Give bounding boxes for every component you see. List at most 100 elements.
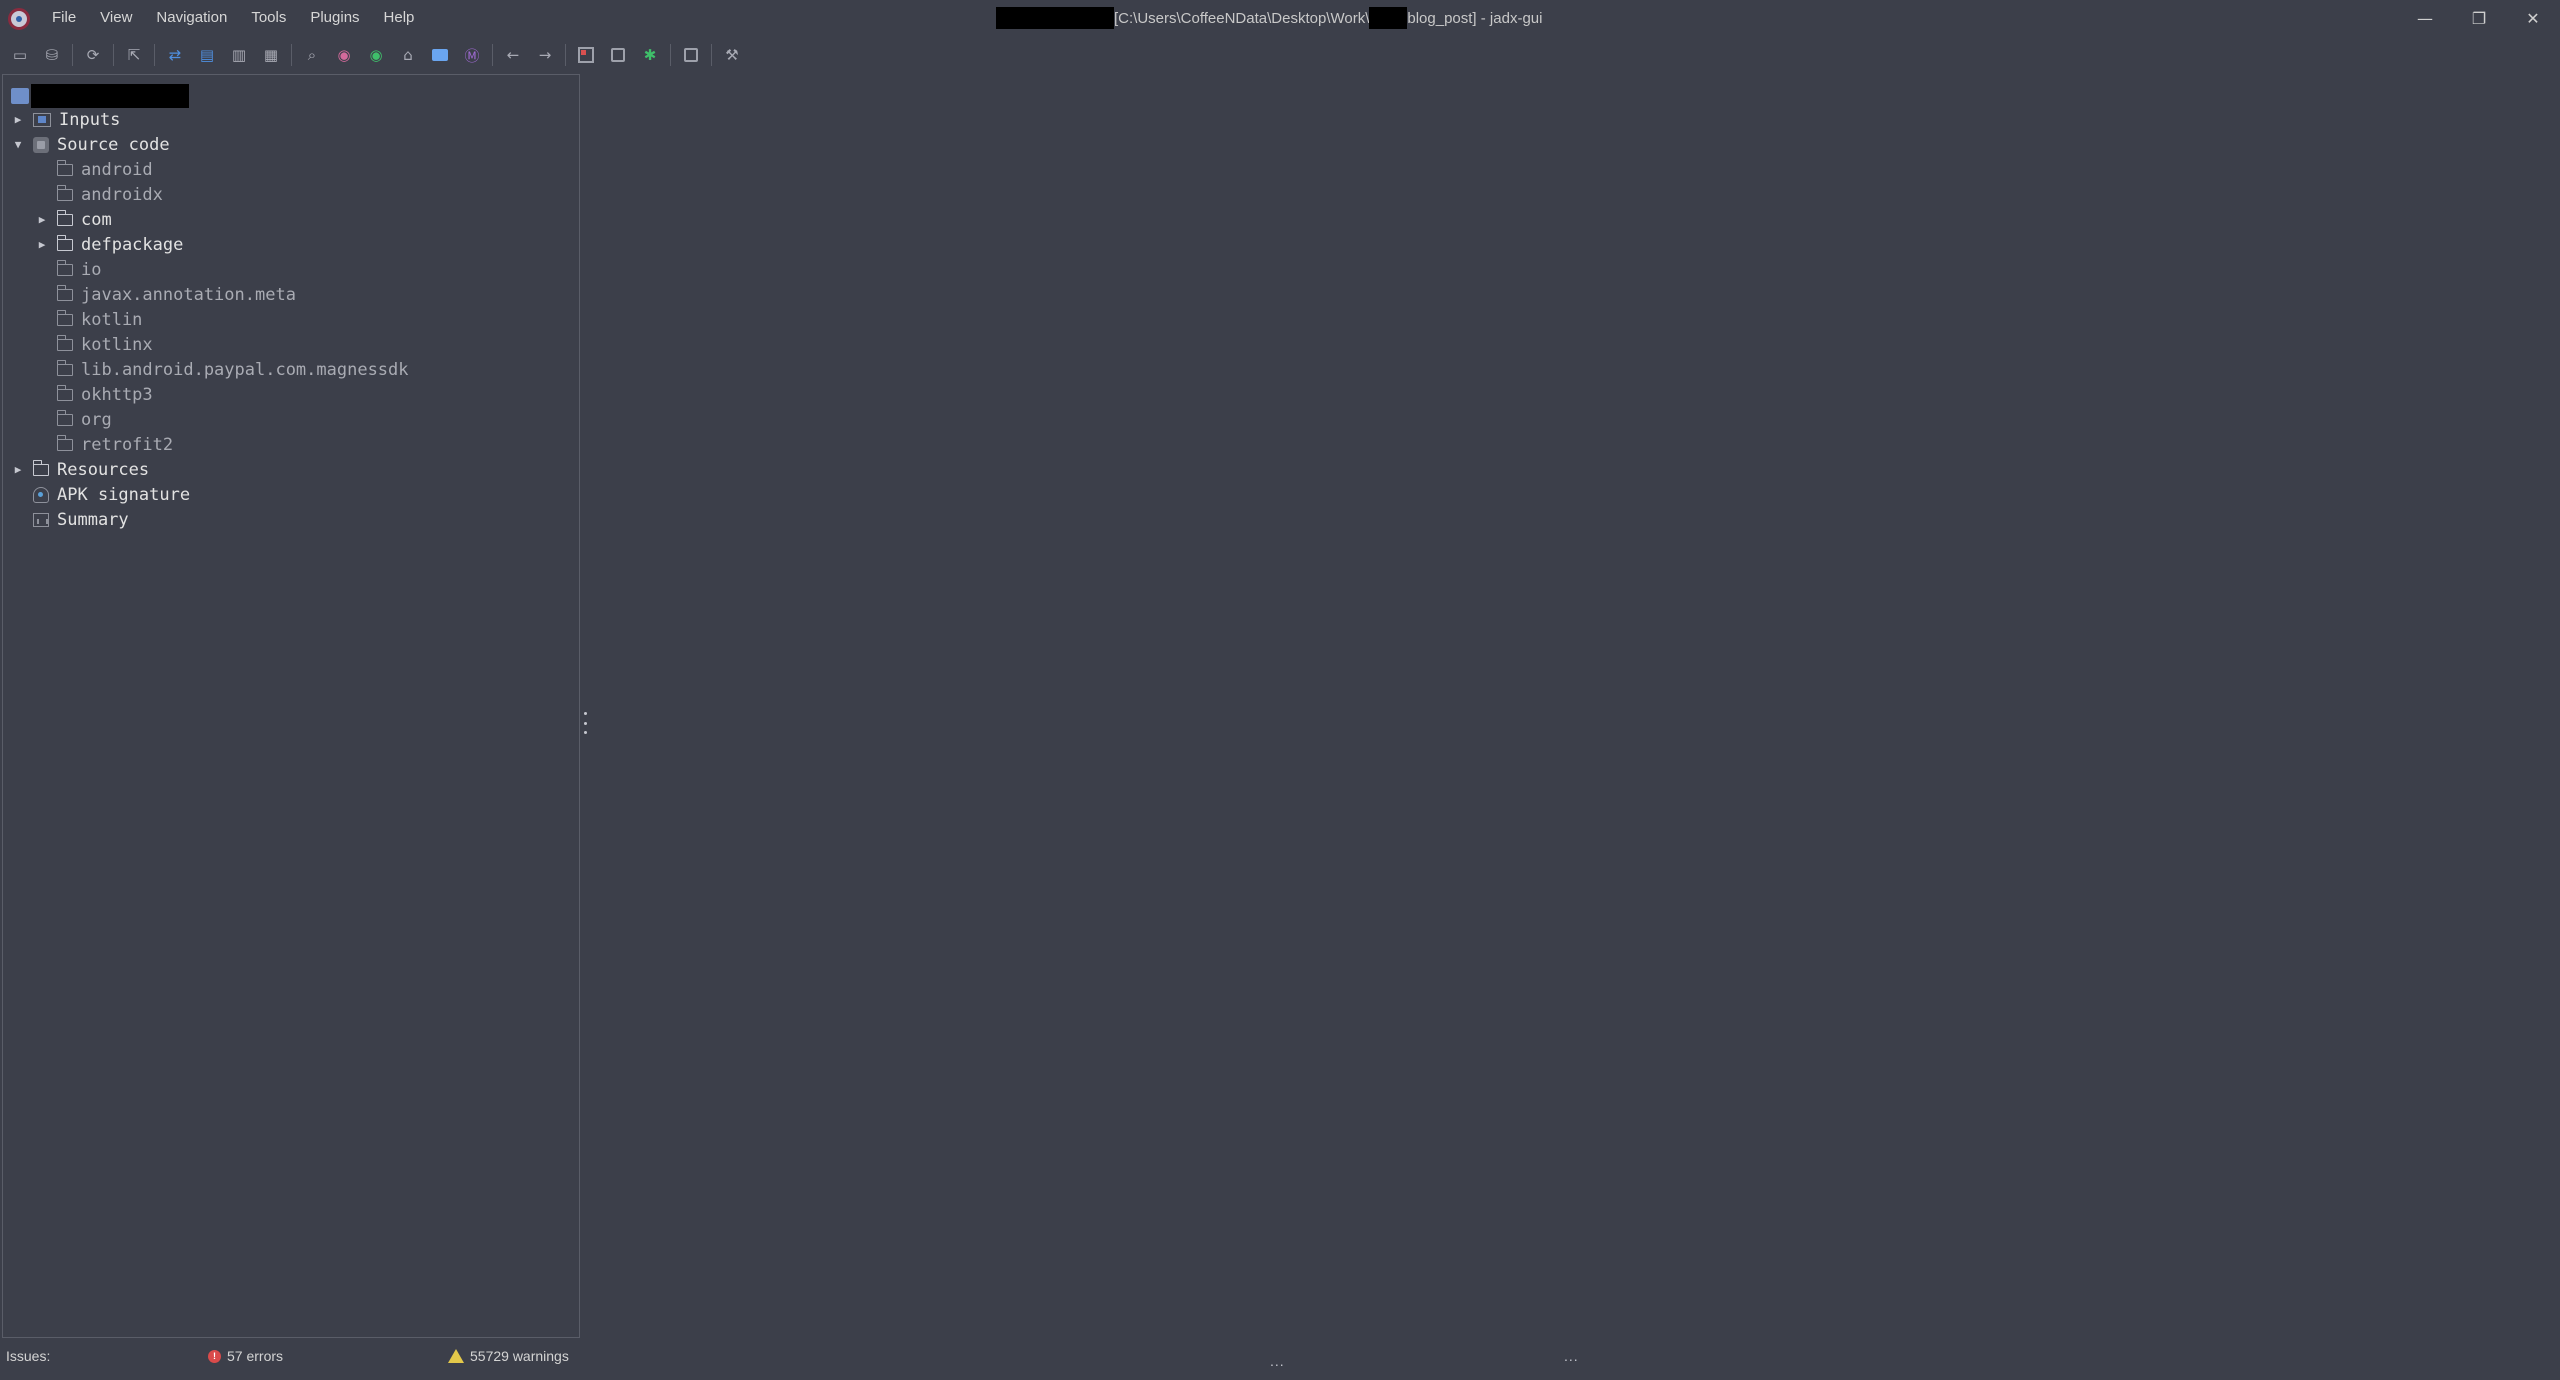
window-title-path: [C:\Users\CoffeeNData\Desktop\Work\ [1114,9,1370,27]
panel-resize-handle[interactable]: ... [1270,1353,1285,1369]
menu-navigation[interactable]: Navigation [144,0,239,36]
tree-item-source-code[interactable]: ▼ Source code [11,132,170,157]
tree-item-label: kotlin [81,309,143,330]
log-viewer-icon[interactable] [428,43,452,67]
decompile-all-icon[interactable] [606,43,630,67]
expand-arrow-icon[interactable]: ▶ [35,213,49,227]
tree-item-label: APK signature [57,484,191,505]
errors-indicator[interactable]: ! 57 errors [208,1348,283,1364]
tree-item-androidx[interactable]: androidx [56,182,163,207]
redacted-block [996,7,1114,29]
tree-item-label: defpackage [81,234,184,255]
code-area-icon[interactable]: ▦ [259,43,283,67]
minimize-button[interactable]: — [2398,0,2452,36]
back-arrow-icon[interactable]: ← [501,43,525,67]
tree-item-javax-annotation-meta[interactable]: javax.annotation.meta [56,282,296,307]
tree-item-inputs[interactable]: ▶ Inputs [11,107,121,132]
hide-sidebar-icon[interactable]: ▥ [227,43,251,67]
preferences-icon[interactable]: ⚒ [720,43,744,67]
menu-help[interactable]: Help [372,0,427,36]
close-button[interactable]: ✕ [2506,0,2560,36]
tree-item-label: Inputs [59,109,121,130]
restore-button[interactable]: ❐ [2452,0,2506,36]
forward-arrow-icon[interactable]: → [533,43,557,67]
project-icon [11,87,29,104]
editor-area [590,74,2550,1338]
reload-icon[interactable]: ⟳ [81,43,105,67]
toolbar-separator [154,44,155,66]
window-title-suffix: blog_post] - jadx-gui [1407,9,1543,27]
go-home-icon[interactable]: ⌂ [396,43,420,67]
deobfuscation-icon[interactable] [574,43,598,67]
tree-item-label: io [81,259,102,280]
tree-item-label: org [81,409,112,430]
find-class-icon[interactable]: ◉ [332,43,356,67]
export-icon[interactable]: ⇱ [122,43,146,67]
tree-item-label: lib.android.paypal.com.magnessdk [81,359,409,380]
expand-arrow-icon[interactable]: ▶ [11,113,25,127]
expand-arrow-icon[interactable]: ▶ [35,238,49,252]
open-file-icon[interactable]: ▭ [8,43,32,67]
issues-label: Issues: [6,1348,51,1364]
menu-view[interactable]: View [88,0,144,36]
debugger-icon[interactable]: ✱ [638,43,662,67]
certificate-icon [33,486,49,503]
warnings-indicator[interactable]: 55729 warnings [448,1348,569,1364]
tree-item-label: retrofit2 [81,434,174,455]
tree-item-org[interactable]: org [56,407,112,432]
inputs-icon [33,112,51,127]
summary-icon [33,512,49,527]
flatten-packages-icon[interactable]: ▤ [195,43,219,67]
toolbar-separator [565,44,566,66]
folder-icon [56,309,73,326]
tree-item-label: Summary [57,509,129,530]
warnings-count: 55729 warnings [470,1348,569,1364]
smali-icon[interactable]: Ⓜ [460,43,484,67]
redacted-project-name [31,83,189,108]
tree-item-com[interactable]: ▶ com [35,207,112,232]
toolbar-separator [113,44,114,66]
folder-icon [56,434,73,451]
window-controls: — ❐ ✕ [2398,0,2560,36]
project-tree[interactable]: ▶ Inputs ▼ Source code android androidx … [2,74,580,1338]
tree-item-summary[interactable]: Summary [33,507,129,532]
tree-item-magnessdk[interactable]: lib.android.paypal.com.magnessdk [56,357,409,382]
quark-icon[interactable] [679,43,703,67]
window-title: [C:\Users\CoffeeNData\Desktop\Work\ blog… [996,0,1542,36]
sync-with-editor-icon[interactable]: ⇄ [163,43,187,67]
folder-icon [56,409,73,426]
error-icon: ! [208,1349,221,1363]
find-usage-icon[interactable]: ◉ [364,43,388,67]
redacted-block [1369,7,1408,29]
title-bar: File View Navigation Tools Plugins Help … [0,0,2560,36]
folder-icon [56,234,73,251]
search-text-icon[interactable]: ⌕ [300,43,324,67]
tree-root[interactable] [11,83,189,108]
save-all-icon[interactable]: ⛁ [40,43,64,67]
collapse-arrow-icon[interactable]: ▼ [11,138,25,152]
tree-item-label: com [81,209,112,230]
tree-item-label: android [81,159,153,180]
source-code-icon [33,136,49,153]
status-bar: Issues: ! 57 errors 55729 warnings ... .… [0,1345,2560,1369]
tree-item-kotlin[interactable]: kotlin [56,307,143,332]
tree-item-apk-signature[interactable]: APK signature [33,482,190,507]
tree-item-resources[interactable]: ▶ Resources [11,457,149,482]
folder-icon [56,209,73,226]
menu-plugins[interactable]: Plugins [298,0,371,36]
menu-tools[interactable]: Tools [239,0,298,36]
menu-file[interactable]: File [40,0,88,36]
warning-icon [448,1349,464,1363]
tree-item-io[interactable]: io [56,257,102,282]
expand-arrow-icon[interactable]: ▶ [11,463,25,477]
folder-icon [56,334,73,351]
splitter-handle[interactable] [582,712,588,734]
panel-resize-handle[interactable]: ... [1564,1348,1579,1364]
tree-item-retrofit2[interactable]: retrofit2 [56,432,174,457]
tree-item-android[interactable]: android [56,157,153,182]
toolbar-separator [72,44,73,66]
tree-item-kotlinx[interactable]: kotlinx [56,332,153,357]
jadx-logo-icon [8,8,30,30]
tree-item-okhttp3[interactable]: okhttp3 [56,382,153,407]
tree-item-defpackage[interactable]: ▶ defpackage [35,232,183,257]
